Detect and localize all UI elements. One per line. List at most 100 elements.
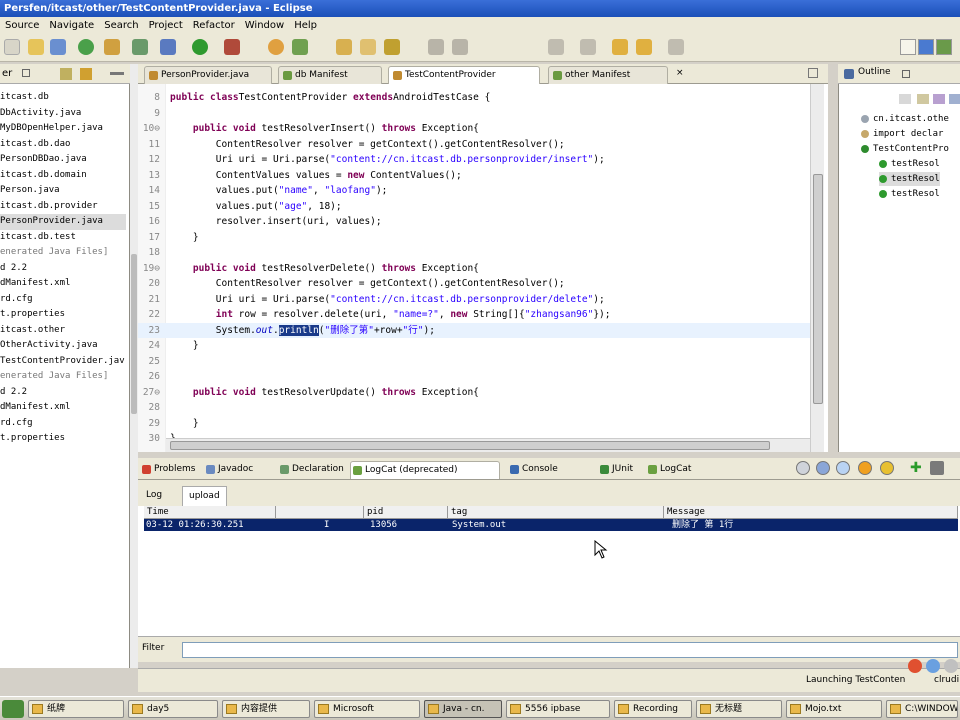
filter-input[interactable]: [182, 642, 958, 658]
editor-tab[interactable]: db Manifest: [278, 66, 382, 84]
bottom-tab[interactable]: Console: [508, 461, 594, 479]
bottom-tab[interactable]: Declaration: [278, 461, 348, 479]
menu-item[interactable]: Help: [294, 20, 317, 31]
debug-perspective-icon[interactable]: [936, 39, 952, 55]
code-lines[interactable]: 8 public classTestContentProvider extends…: [138, 90, 810, 447]
code-line[interactable]: 16 resolver.insert(uri, values);: [138, 214, 810, 230]
info-filter-icon[interactable]: [836, 461, 850, 475]
code-line[interactable]: 17 }: [138, 230, 810, 246]
code-line[interactable]: 14 values.put("name", "laofang");: [138, 183, 810, 199]
menu-item[interactable]: Window: [245, 20, 284, 31]
taskbar-button[interactable]: Recording: [614, 700, 692, 718]
code-line[interactable]: 15 values.put("age", 18);: [138, 199, 810, 215]
forward-arrow-icon[interactable]: [636, 39, 652, 55]
last-edit-icon[interactable]: [548, 39, 564, 55]
column-level[interactable]: [276, 506, 364, 519]
close-icon[interactable]: [902, 70, 910, 78]
outline-item[interactable]: cn.itcast.othe: [861, 112, 949, 126]
android-icon[interactable]: [908, 659, 922, 673]
tree-item[interactable]: itcast.db: [0, 90, 126, 106]
code-line[interactable]: 9: [138, 106, 810, 122]
bottom-tab[interactable]: Javadoc: [204, 461, 274, 479]
outline-item[interactable]: testResol: [879, 187, 940, 201]
bottom-tab[interactable]: Problems: [140, 461, 202, 479]
external-tools-icon[interactable]: [224, 39, 240, 55]
tree-item[interactable]: t.properties: [0, 431, 126, 447]
outline-item[interactable]: testResol: [879, 172, 940, 186]
code-line[interactable]: 13 ContentValues values = new ContentVal…: [138, 168, 810, 184]
taskbar-button[interactable]: 内容提供: [222, 700, 310, 718]
editor-tab[interactable]: TestContentProvider: [388, 66, 540, 85]
taskbar-button[interactable]: C:\WINDOW: [886, 700, 958, 718]
tree-item[interactable]: PersonDBDao.java: [0, 152, 126, 168]
save-icon[interactable]: [4, 39, 20, 55]
taskbar-button[interactable]: 纸牌: [28, 700, 124, 718]
tree-item[interactable]: d 2.2: [0, 261, 126, 277]
menu-item[interactable]: Source: [5, 20, 39, 31]
restore-icon[interactable]: [808, 68, 818, 78]
collapse-all-icon[interactable]: [60, 68, 72, 80]
start-button[interactable]: [2, 700, 24, 718]
tree-item[interactable]: enerated Java Files]: [0, 369, 126, 385]
tree-item[interactable]: itcast.db.domain: [0, 168, 126, 184]
taskbar-button[interactable]: 5556 ipbase: [506, 700, 610, 718]
tree-item[interactable]: itcast.db.provider: [0, 199, 126, 215]
scrollbar-thumb[interactable]: [813, 174, 823, 404]
hide-static-icon[interactable]: [933, 94, 945, 104]
edit-filter-icon[interactable]: [930, 461, 944, 475]
code-line[interactable]: 12 Uri uri = Uri.parse("content://cn.itc…: [138, 152, 810, 168]
code-editor[interactable]: 8 public classTestContentProvider extends…: [138, 84, 828, 452]
editor-tab[interactable]: other Manifest: [548, 66, 668, 84]
close-icon[interactable]: ×: [676, 68, 684, 78]
menu-item[interactable]: Navigate: [49, 20, 94, 31]
code-line[interactable]: 18: [138, 245, 810, 261]
code-line[interactable]: 8 public classTestContentProvider extends…: [138, 90, 810, 106]
menu-item[interactable]: Search: [104, 20, 138, 31]
code-line[interactable]: 24 }: [138, 338, 810, 354]
editor-vertical-scrollbar[interactable]: [810, 84, 824, 452]
hide-fields-icon[interactable]: [917, 94, 929, 104]
tree-item[interactable]: t.properties: [0, 307, 126, 323]
error-filter-icon[interactable]: [880, 461, 894, 475]
window-title-bar[interactable]: Persfen/itcast/other/TestContentProvider…: [0, 0, 960, 17]
tree-item[interactable]: dManifest.xml: [0, 276, 126, 292]
code-line[interactable]: 19⊖ public void testResolverDelete() thr…: [138, 261, 810, 277]
forward-icon[interactable]: [668, 39, 684, 55]
code-line[interactable]: 23 System.out.println("删除了第"+row+"行");: [138, 322, 810, 338]
code-line[interactable]: 27⊖ public void testResolverUpdate() thr…: [138, 385, 810, 401]
print-icon[interactable]: [50, 39, 66, 55]
back-icon[interactable]: [580, 39, 596, 55]
scrollbar-thumb[interactable]: [170, 441, 770, 450]
previous-annotation-icon[interactable]: [452, 39, 468, 55]
open-folder-icon[interactable]: [28, 39, 44, 55]
tree-item[interactable]: OtherActivity.java: [0, 338, 126, 354]
tree-item[interactable]: itcast.db.test: [0, 230, 126, 246]
new-android-project-icon[interactable]: [78, 39, 94, 55]
code-line[interactable]: 11 ContentResolver resolver = getContext…: [138, 137, 810, 153]
tree-item[interactable]: d 2.2: [0, 385, 126, 401]
back-arrow-icon[interactable]: [612, 39, 628, 55]
warning-filter-icon[interactable]: [858, 461, 872, 475]
new-class-icon[interactable]: [292, 39, 308, 55]
column-pid[interactable]: pid: [364, 506, 448, 519]
outline-item[interactable]: TestContentPro: [861, 142, 949, 156]
menu-item[interactable]: Project: [149, 20, 183, 31]
next-annotation-icon[interactable]: [428, 39, 444, 55]
link-with-editor-icon[interactable]: [80, 68, 92, 80]
code-line[interactable]: 22 int row = resolver.delete(uri, "name=…: [138, 307, 810, 323]
outline-item[interactable]: testResol: [879, 157, 940, 171]
tree-item[interactable]: itcast.other: [0, 323, 126, 339]
java-perspective-icon[interactable]: [918, 39, 934, 55]
minimize-icon[interactable]: [110, 72, 124, 75]
sdk-icon[interactable]: [944, 659, 958, 673]
add-filter-icon[interactable]: ✚: [910, 461, 924, 475]
taskbar-button[interactable]: Mojo.txt: [786, 700, 882, 718]
tree-item[interactable]: rd.cfg: [0, 416, 126, 432]
code-line[interactable]: 28: [138, 400, 810, 416]
taskbar-button[interactable]: day5: [128, 700, 218, 718]
column-tag[interactable]: tag: [448, 506, 664, 519]
outline-tab-label[interactable]: Outline: [858, 67, 891, 77]
column-message[interactable]: Message: [664, 506, 958, 519]
code-line[interactable]: 25: [138, 354, 810, 370]
verbose-filter-icon[interactable]: [796, 461, 810, 475]
